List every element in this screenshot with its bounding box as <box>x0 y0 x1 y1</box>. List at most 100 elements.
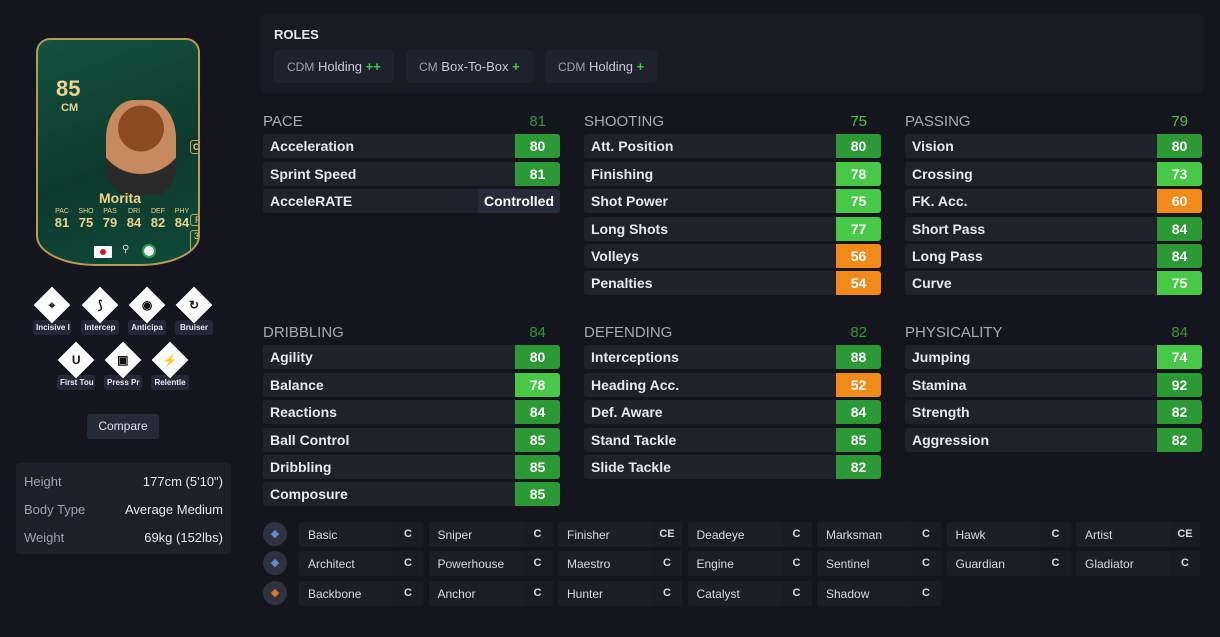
chemistry-style-grade: C <box>393 522 423 547</box>
stat-value: 84 <box>515 400 560 425</box>
section-physicality: PHYSICALITY 84 Jumping 74 Stamina 92 Strength 8… <box>905 324 1202 452</box>
role-chip[interactable]: CDM Holding ++ <box>274 50 394 83</box>
section-shooting: SHOOTING 75 Att. Position 80 Finishing 78 Shot… <box>584 113 881 296</box>
section-header: PHYSICALITY 84 <box>905 324 1202 342</box>
stat-value: 54 <box>836 271 881 296</box>
compare-button[interactable]: Compare <box>87 414 159 439</box>
stat-row: Def. Aware 84 <box>584 400 881 425</box>
chemistry-style-name: Sniper <box>437 527 473 542</box>
stat-name: Shot Power <box>591 193 669 210</box>
chemistry-style-cell[interactable]: Guardian C <box>946 551 1071 576</box>
stat-row: Stand Tackle 85 <box>584 427 881 452</box>
chemistry-style-cell[interactable]: Powerhouse C <box>428 551 553 576</box>
stat-row: Long Shots 77 <box>584 216 881 241</box>
chemistry-style-name: Finisher <box>567 527 610 542</box>
chemistry-style-cell[interactable]: Basic C <box>299 522 423 547</box>
stat-name: Acceleration <box>270 138 355 155</box>
stat-value: 56 <box>836 243 881 268</box>
section-header: PASSING 79 <box>905 113 1202 131</box>
magnet-icon: U <box>71 352 81 367</box>
section-header: PACE 81 <box>263 113 560 131</box>
role-name: Holding <box>588 59 634 74</box>
chemistry-style-icon: ◆ <box>263 522 287 546</box>
chemistry-style-cell[interactable]: Sentinel C <box>817 551 941 576</box>
stat-name: Interceptions <box>591 349 679 366</box>
info-row: Height 177cm (5'10") <box>24 467 223 495</box>
role-chip[interactable]: CDM Holding + <box>545 50 658 83</box>
role-plus: ++ <box>365 59 381 74</box>
stat-name: Stand Tackle <box>591 431 677 448</box>
section-defending: DEFENDING 82 Interceptions 88 Heading Acc. 52… <box>584 324 881 479</box>
stat-row: Reactions 84 <box>263 400 560 425</box>
location-pin-icon: ⌖ <box>48 297 56 312</box>
chemistry-style-grade: CE <box>652 522 682 547</box>
role-chip[interactable]: CM Box-To-Box + <box>406 50 533 83</box>
card-stat: DRI 84 <box>122 208 146 230</box>
section-value: 84 <box>529 324 546 341</box>
role-plus: + <box>512 59 520 74</box>
card-stat-value: 75 <box>78 215 94 230</box>
chemistry-style-cell[interactable]: Maestro C <box>558 551 682 576</box>
chemistry-style-cell[interactable]: Anchor C <box>428 581 553 606</box>
section-value: 81 <box>529 113 546 130</box>
card-alt-position: CDM <box>190 140 198 154</box>
stat-row: Volleys 56 <box>584 243 881 268</box>
section-value: 84 <box>1171 324 1188 341</box>
chemistry-style-grade: C <box>911 581 941 606</box>
chemistry-style-cell[interactable]: Backbone C <box>299 581 423 606</box>
stat-row: Interceptions 88 <box>584 345 881 370</box>
chemistry-style-name: Backbone <box>308 586 362 601</box>
raccoon-icon: ◉ <box>141 297 153 312</box>
chemistry-style-grade: C <box>781 551 812 576</box>
card-name: Morita <box>99 190 141 206</box>
chemistry-style-cell[interactable]: Finisher CE <box>558 522 682 547</box>
chemistry-style-grade: C <box>652 581 682 606</box>
chemistry-style-cell[interactable]: Deadeye C <box>687 522 812 547</box>
card-stat-value: 81 <box>54 215 70 230</box>
chemistry-style-grade: C <box>1170 551 1200 576</box>
chemistry-style-cell[interactable]: Artist CE <box>1076 522 1200 547</box>
playstyle-badge: ↻ <box>175 286 213 324</box>
stat-row: AcceleRATE Controlled <box>263 189 560 214</box>
section-header: DEFENDING 82 <box>584 324 881 342</box>
playstyle-badge: ▣ <box>104 341 142 379</box>
hook-icon: ⟆ <box>97 298 103 312</box>
chemistry-style-cell[interactable]: Sniper C <box>428 522 553 547</box>
chemistry-style-cell[interactable]: Gladiator C <box>1076 551 1200 576</box>
stat-value: 82 <box>1157 400 1202 425</box>
info-value: 177cm (5'10") <box>142 473 223 489</box>
stat-name: Ball Control <box>270 431 350 448</box>
section-title: DRIBBLING <box>263 324 344 341</box>
chemistry-style-name: Basic <box>308 527 338 542</box>
playstyle-item[interactable]: ⚡ Relentle <box>140 341 200 395</box>
chemistry-style-cell[interactable]: Shadow C <box>817 581 941 606</box>
chemistry-style-cell[interactable]: Hawk C <box>946 522 1071 547</box>
card-stat-label: DRI <box>127 208 141 215</box>
playstyle-item[interactable]: ↻ Bruiser <box>164 286 224 340</box>
chemistry-style-name: Architect <box>308 556 355 571</box>
chemistry-style-cell[interactable]: Marksman C <box>817 522 941 547</box>
playstyle-badge: ⌖ <box>33 286 71 324</box>
stat-row: Ball Control 85 <box>263 427 560 452</box>
stat-row: Heading Acc. 52 <box>584 372 881 397</box>
card-stat-value: 82 <box>150 215 166 230</box>
stat-value: Controlled <box>478 189 560 214</box>
chemistry-style-cell[interactable]: Hunter C <box>558 581 682 606</box>
chemistry-style-cell[interactable]: Catalyst C <box>687 581 812 606</box>
stat-row: Acceleration 80 <box>263 134 560 159</box>
section-dribbling: DRIBBLING 84 Agility 80 Balance 78 Reactions 84… <box>263 324 560 507</box>
chemistry-style-cell[interactable]: Engine C <box>687 551 812 576</box>
stat-name: Long Shots <box>591 220 668 237</box>
chemistry-style-name: Artist <box>1085 527 1113 542</box>
stat-value: 84 <box>1157 216 1202 241</box>
stat-name: Composure <box>270 486 348 503</box>
roles-panel: ROLES CDM Holding ++ CM Box-To-Box + CDM H… <box>261 13 1203 93</box>
stat-value: 52 <box>836 372 881 397</box>
chemistry-style-cell[interactable]: Architect C <box>299 551 423 576</box>
stat-name: Short Pass <box>912 220 986 237</box>
chemistry-style-grade: C <box>781 581 812 606</box>
info-key: Body Type <box>24 501 86 517</box>
chemistry-style-name: Shadow <box>826 586 870 601</box>
chemistry-style-icon: ◆ <box>263 551 287 575</box>
chemistry-style-grade: C <box>393 551 423 576</box>
